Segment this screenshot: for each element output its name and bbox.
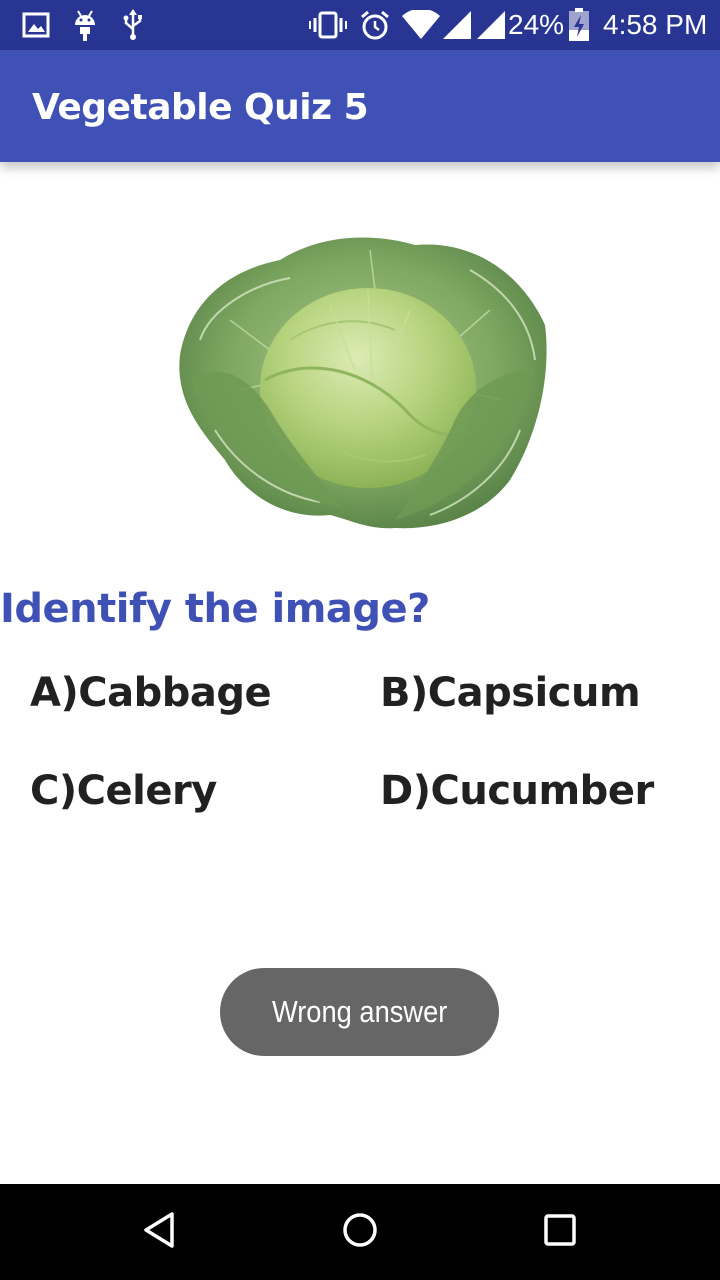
question-text: Identify the image? [0, 586, 430, 632]
clock: 4:58 PM [603, 9, 708, 40]
vibrate-icon [308, 0, 348, 50]
nav-bar [0, 1184, 720, 1280]
signal-icon-2 [474, 0, 508, 50]
status-bar: 24% 4:58 PM [0, 0, 720, 50]
home-icon [340, 1210, 380, 1255]
usb-icon [118, 0, 148, 50]
android-icon [68, 0, 102, 50]
home-button[interactable] [300, 1184, 420, 1280]
back-button[interactable] [100, 1184, 220, 1280]
toast-message: Wrong answer [271, 994, 448, 1029]
option-a[interactable]: A)Cabbage [30, 663, 272, 723]
app-bar: Vegetable Quiz 5 [0, 50, 720, 162]
cabbage-image [170, 230, 555, 535]
recents-icon [540, 1210, 580, 1255]
option-d[interactable]: D)Cucumber [380, 761, 654, 821]
alarm-icon [358, 0, 392, 50]
image-icon [20, 0, 52, 50]
signal-icon [440, 0, 474, 50]
app-title: Vegetable Quiz 5 [32, 87, 369, 128]
recents-button[interactable] [500, 1184, 620, 1280]
toast: Wrong answer [220, 968, 499, 1056]
battery-percent: 24% [508, 9, 565, 40]
wifi-icon [400, 0, 442, 50]
battery-charging-icon [566, 0, 592, 50]
option-c[interactable]: C)Celery [30, 761, 217, 821]
back-icon [140, 1210, 180, 1255]
option-b[interactable]: B)Capsicum [380, 663, 641, 723]
